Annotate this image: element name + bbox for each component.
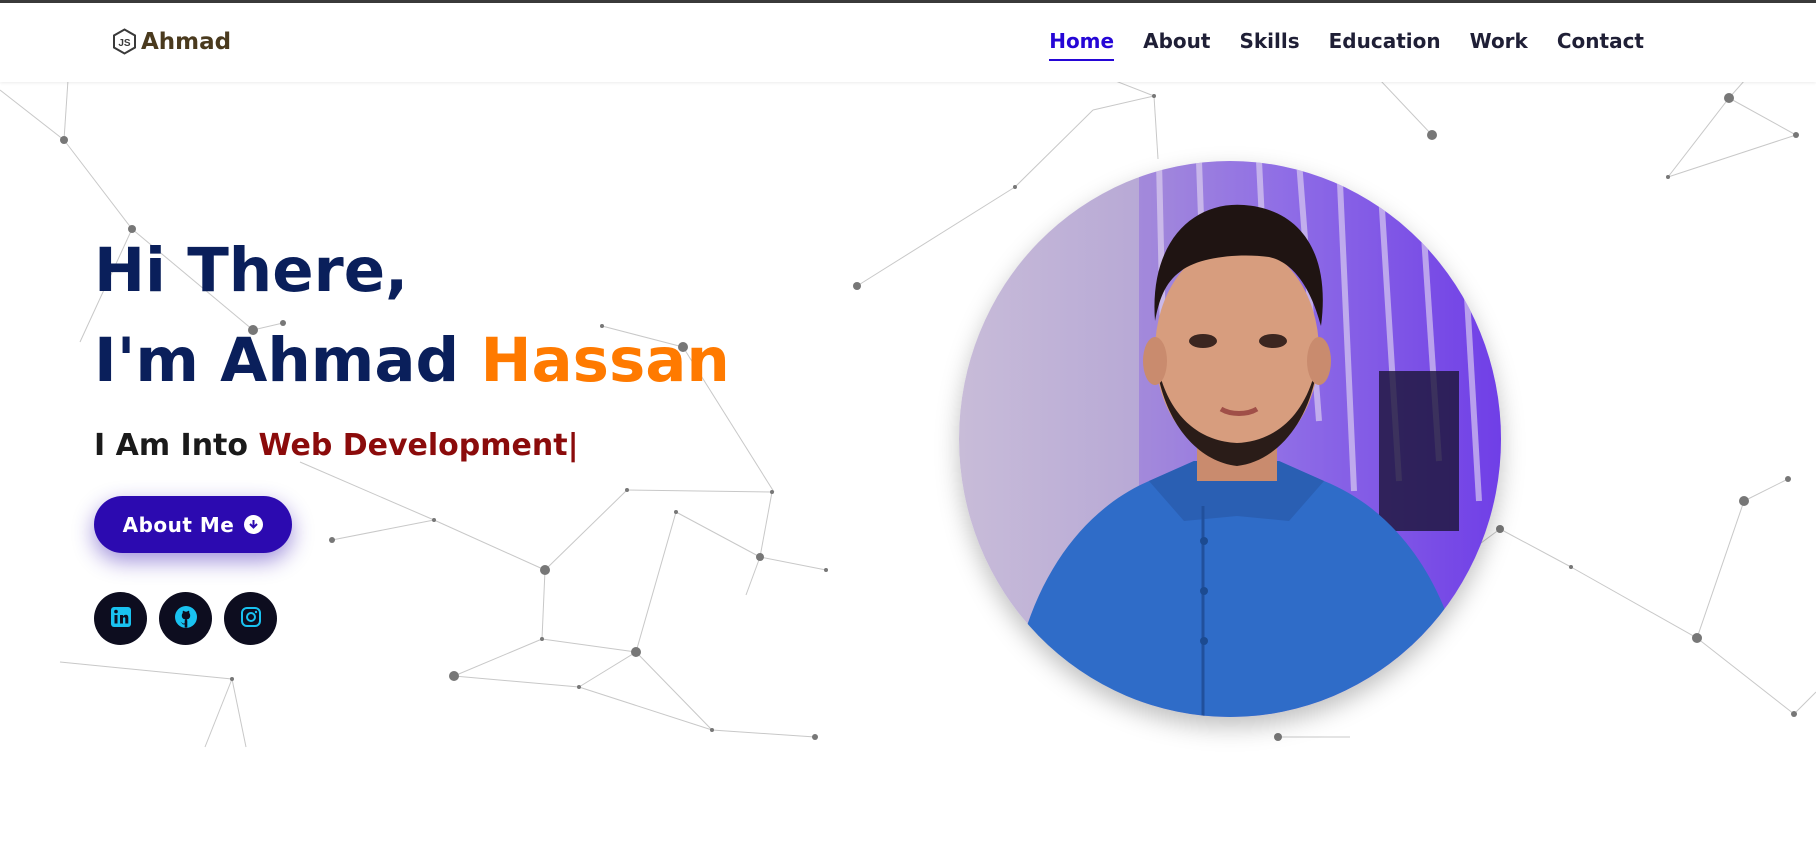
site-header: JS Ahmad Home About Skills Education Wor… — [0, 3, 1816, 82]
nodejs-icon: JS — [112, 28, 137, 55]
instagram-icon — [240, 606, 262, 632]
github-icon — [174, 605, 198, 633]
about-me-button[interactable]: About Me — [94, 496, 292, 553]
particles-background — [0, 82, 1816, 748]
nav-work[interactable]: Work — [1470, 29, 1528, 61]
hero-text: Hi There, I'm Ahmad Hassan I Am Into Web… — [94, 235, 730, 463]
nav-skills[interactable]: Skills — [1239, 29, 1299, 61]
logo-text: Ahmad — [141, 28, 232, 55]
github-link[interactable] — [159, 592, 212, 645]
instagram-link[interactable] — [224, 592, 277, 645]
nav-contact[interactable]: Contact — [1557, 29, 1644, 61]
hero-greeting: Hi There, — [94, 235, 409, 306]
typed-text: Web Development — [258, 428, 568, 463]
main-nav: Home About Skills Education Work Contact — [1049, 29, 1644, 61]
name-prefix: I'm Ahmad — [94, 325, 481, 396]
linkedin-link[interactable] — [94, 592, 147, 645]
arrow-down-circle-icon — [244, 515, 264, 534]
nav-education[interactable]: Education — [1329, 29, 1441, 61]
typing-cursor: | — [567, 428, 579, 463]
nav-home[interactable]: Home — [1049, 29, 1115, 61]
linkedin-icon — [110, 606, 132, 632]
tagline-prefix: I Am Into — [94, 428, 259, 463]
site-logo[interactable]: JS Ahmad — [112, 28, 231, 55]
name-accent: Hassan — [480, 325, 730, 396]
nav-about[interactable]: About — [1143, 29, 1210, 61]
svg-text:JS: JS — [118, 38, 131, 49]
hero-tagline: I Am Into Web Development| — [94, 428, 579, 463]
profile-photo — [959, 161, 1501, 717]
about-me-label: About Me — [122, 512, 235, 537]
social-links — [94, 592, 277, 645]
hero-name: I'm Ahmad Hassan — [94, 330, 730, 391]
